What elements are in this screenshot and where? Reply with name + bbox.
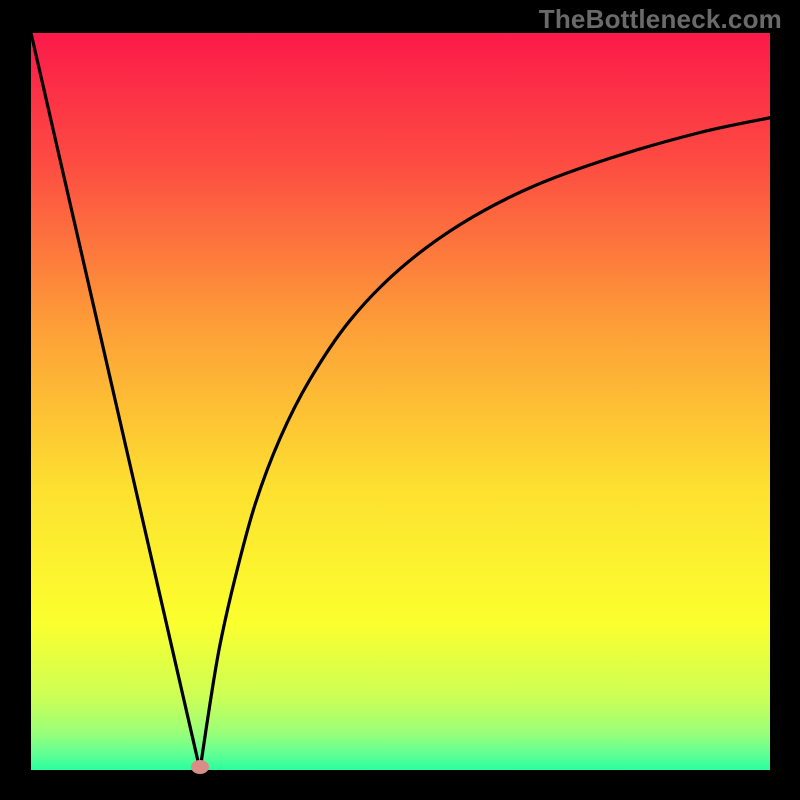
optimum-marker: [191, 760, 209, 774]
bottleneck-chart: [0, 0, 800, 800]
chart-frame: { "watermark": "TheBottleneck.com", "cha…: [0, 0, 800, 800]
watermark-text: TheBottleneck.com: [539, 4, 782, 35]
